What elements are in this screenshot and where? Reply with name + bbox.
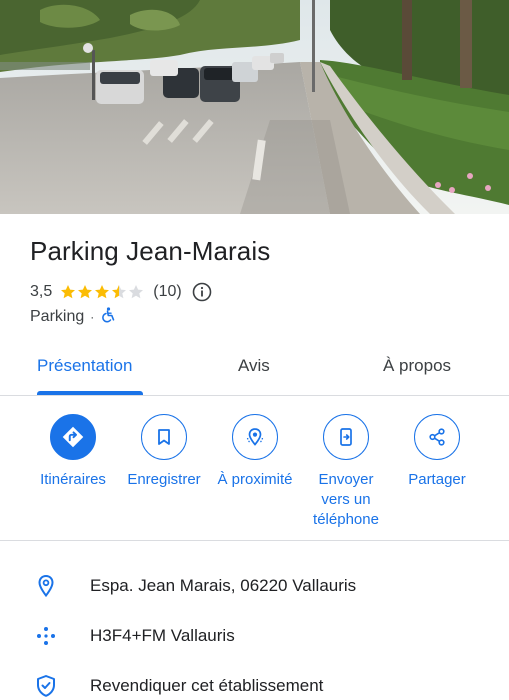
send-to-phone-icon[interactable] (323, 414, 369, 460)
action-bar: Itinéraires Enregistrer À proximité Envo… (0, 396, 509, 541)
send-to-phone-label-line-2: vers un (321, 491, 371, 508)
tab-bar: Présentation Avis À propos (0, 340, 509, 396)
share-button[interactable]: Partager (387, 414, 487, 490)
place-title: Parking Jean-Marais (30, 236, 271, 266)
star-rating (60, 284, 145, 300)
share-label: Partager (408, 471, 466, 488)
tab-presentation[interactable]: Présentation (37, 356, 132, 376)
save-label: Enregistrer (127, 471, 201, 488)
tab-avis[interactable]: Avis (238, 356, 270, 376)
address-row[interactable]: Espa. Jean Marais, 06220 Vallauris (0, 562, 509, 610)
share-icon[interactable] (414, 414, 460, 460)
directions-button[interactable]: Itinéraires (23, 414, 123, 490)
address-text: Espa. Jean Marais, 06220 Vallauris (90, 576, 357, 595)
active-tab-indicator (37, 391, 143, 395)
plus-code-icon (34, 624, 58, 648)
star-icon (112, 285, 127, 299)
save-button[interactable]: Enregistrer (114, 414, 214, 490)
send-to-phone-label: Envoyer vers un téléphone (313, 470, 379, 530)
star-icon (78, 285, 93, 299)
separator-dot: · (90, 310, 95, 324)
bookmark-icon[interactable] (141, 414, 187, 460)
plus-code-text: H3F4+FM Vallauris (90, 626, 235, 645)
nearby-icon[interactable] (232, 414, 278, 460)
star-icon (95, 285, 110, 299)
directions-icon[interactable] (50, 414, 96, 460)
rating-row[interactable]: 3,5 (10) (30, 281, 212, 303)
nearby-button[interactable]: À proximité (205, 414, 305, 490)
tab-a-propos[interactable]: À propos (383, 356, 451, 376)
plus-code-row[interactable]: H3F4+FM Vallauris (0, 612, 509, 660)
send-to-phone-button[interactable]: Envoyer vers un téléphone (296, 414, 396, 530)
location-pin-icon (34, 574, 58, 598)
info-icon[interactable] (192, 282, 212, 302)
claim-business-text: Revendiquer cet établissement (90, 676, 324, 695)
send-to-phone-label-line-3: téléphone (313, 511, 379, 528)
place-category: Parking (30, 308, 85, 325)
verified-shield-icon (34, 674, 58, 698)
claim-business-row[interactable]: Revendiquer cet établissement (0, 662, 509, 700)
star-icon (129, 285, 144, 299)
nearby-label: À proximité (217, 471, 293, 488)
wheelchair-accessible-icon (100, 306, 116, 328)
category-row: Parking · (30, 306, 116, 328)
place-photo[interactable] (0, 0, 509, 214)
rating-value: 3,5 (30, 283, 53, 300)
send-to-phone-label-line-1: Envoyer (318, 471, 374, 488)
review-count[interactable]: (10) (153, 283, 181, 301)
star-icon (61, 285, 76, 299)
directions-label: Itinéraires (40, 471, 106, 488)
